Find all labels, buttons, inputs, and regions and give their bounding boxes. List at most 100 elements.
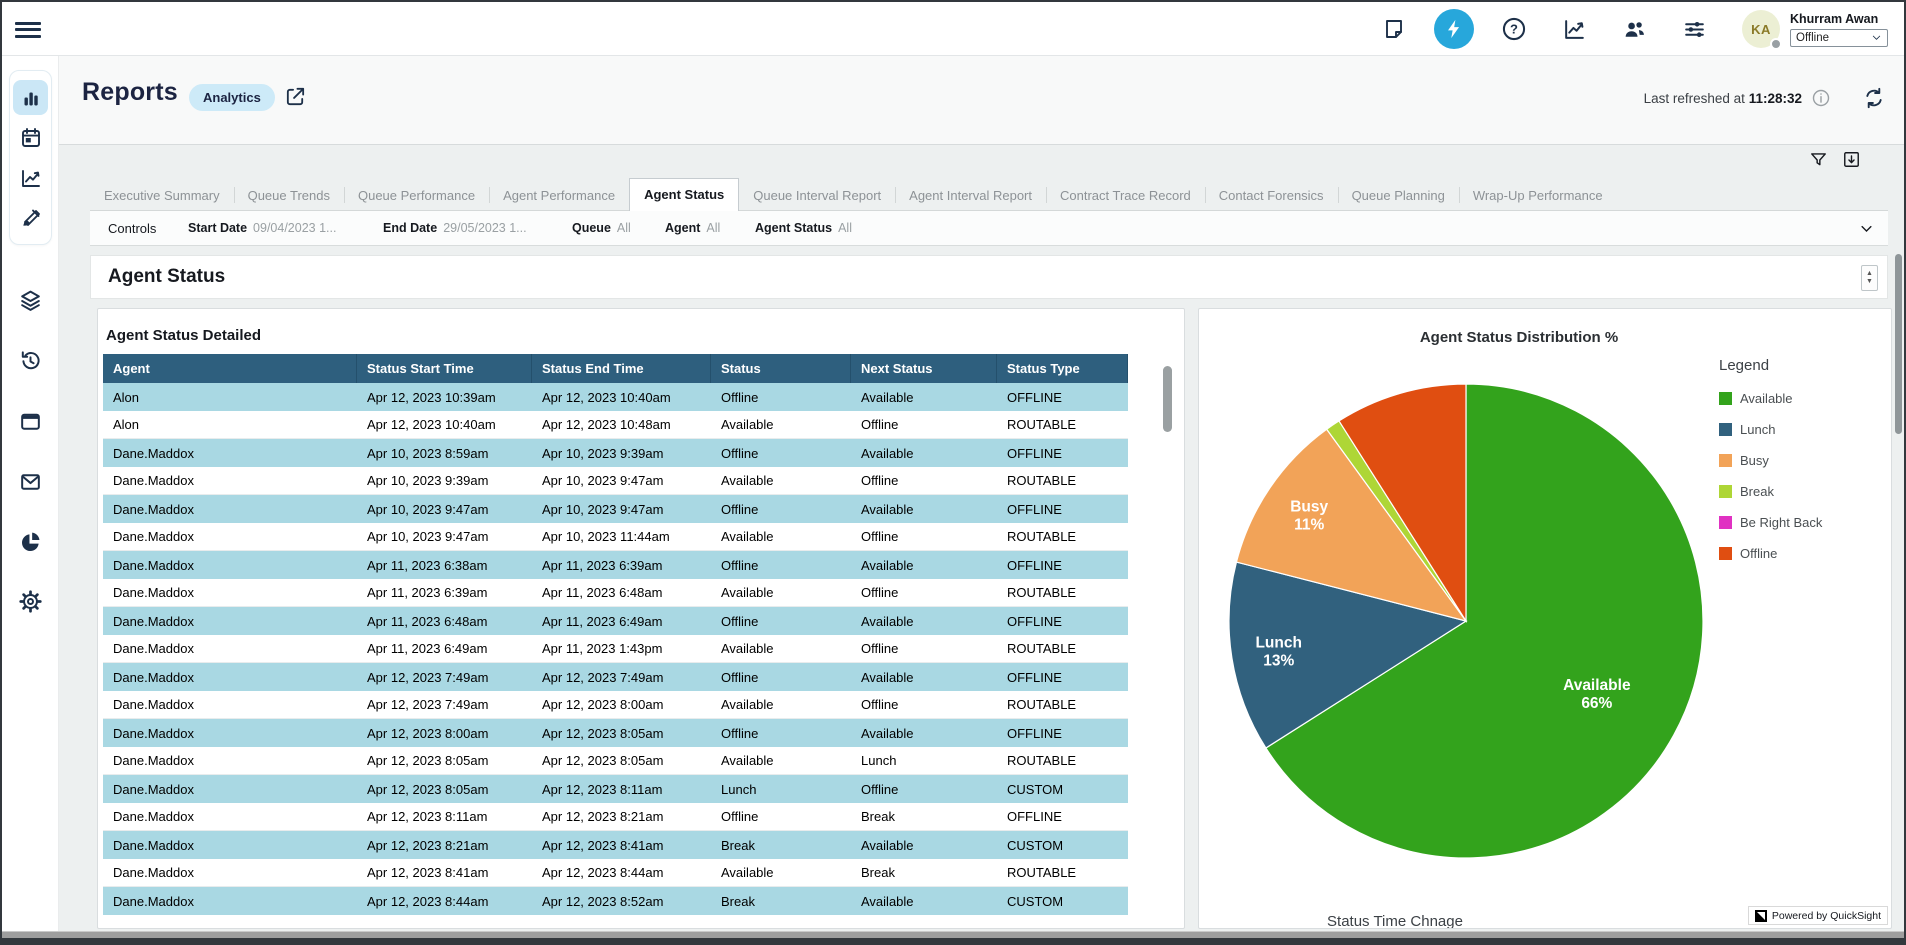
tab-contact-forensics[interactable]: Contact Forensics: [1205, 180, 1338, 210]
table-cell: Offline: [711, 551, 851, 579]
menu-icon[interactable]: [15, 18, 41, 40]
sidebar-item-mail[interactable]: [2, 469, 59, 494]
table-row[interactable]: Dane.MaddoxApr 12, 2023 8:00amApr 12, 20…: [103, 719, 1128, 747]
sidebar-item-metrics[interactable]: [13, 160, 48, 195]
page-vertical-scrollbar[interactable]: [1895, 254, 1902, 434]
table-row[interactable]: Dane.MaddoxApr 12, 2023 7:49amApr 12, 20…: [103, 663, 1128, 691]
column-header-status[interactable]: Status: [711, 354, 851, 383]
legend-item-break[interactable]: Break: [1719, 484, 1822, 499]
filter-agent[interactable]: AgentAll: [665, 221, 720, 235]
mail-icon: [18, 469, 43, 494]
table-row[interactable]: Dane.MaddoxApr 11, 2023 6:49amApr 11, 20…: [103, 635, 1128, 663]
table-row[interactable]: Dane.MaddoxApr 11, 2023 6:48amApr 11, 20…: [103, 607, 1128, 635]
analytics-badge[interactable]: Analytics: [189, 84, 275, 111]
table-cell: Apr 11, 2023 1:43pm: [532, 635, 711, 662]
tab-agent-interval-report[interactable]: Agent Interval Report: [895, 180, 1046, 210]
legend-item-available[interactable]: Available: [1719, 391, 1822, 406]
table-cell: Apr 11, 2023 6:38am: [357, 551, 532, 579]
table-row[interactable]: AlonApr 12, 2023 10:40amApr 12, 2023 10:…: [103, 411, 1128, 439]
users-icon[interactable]: [1604, 2, 1664, 56]
table-row[interactable]: Dane.MaddoxApr 12, 2023 8:05amApr 12, 20…: [103, 775, 1128, 803]
tab-queue-planning[interactable]: Queue Planning: [1338, 180, 1459, 210]
notes-icon[interactable]: [1364, 2, 1424, 56]
table-cell: Available: [711, 411, 851, 438]
tab-queue-interval-report[interactable]: Queue Interval Report: [739, 180, 895, 210]
sidebar-item-analytics[interactable]: [2, 529, 59, 554]
design-brush-icon: [19, 206, 43, 230]
table-cell: Dane.Maddox: [103, 439, 357, 467]
table-row[interactable]: Dane.MaddoxApr 11, 2023 6:38amApr 11, 20…: [103, 551, 1128, 579]
tab-wrap-up-performance[interactable]: Wrap-Up Performance: [1459, 180, 1617, 210]
sidebar-item-design[interactable]: [13, 200, 48, 235]
tab-executive-summary[interactable]: Executive Summary: [90, 180, 234, 210]
info-icon[interactable]: [1811, 88, 1831, 108]
table-row[interactable]: Dane.MaddoxApr 10, 2023 9:39amApr 10, 20…: [103, 467, 1128, 495]
sidebar-item-history[interactable]: [2, 348, 59, 373]
table-row[interactable]: Dane.MaddoxApr 12, 2023 8:11amApr 12, 20…: [103, 803, 1128, 831]
tab-agent-performance[interactable]: Agent Performance: [489, 180, 629, 210]
agent-status-select[interactable]: Offline: [1790, 29, 1888, 47]
column-header-next-status[interactable]: Next Status: [851, 354, 997, 383]
table-row[interactable]: Dane.MaddoxApr 12, 2023 8:21amApr 12, 20…: [103, 831, 1128, 859]
table-row[interactable]: Dane.MaddoxApr 12, 2023 7:49amApr 12, 20…: [103, 691, 1128, 719]
page-title: Reports: [82, 78, 178, 107]
table-cell: Available: [711, 467, 851, 494]
filter-queue[interactable]: QueueAll: [572, 221, 631, 235]
export-icon[interactable]: [1842, 150, 1861, 174]
tab-queue-performance[interactable]: Queue Performance: [344, 180, 489, 210]
refresh-icon[interactable]: [1862, 86, 1886, 110]
legend-item-busy[interactable]: Busy: [1719, 453, 1822, 468]
column-header-agent[interactable]: Agent: [103, 354, 357, 383]
column-header-status-start-time[interactable]: Status Start Time: [357, 354, 532, 383]
table-row[interactable]: Dane.MaddoxApr 10, 2023 9:47amApr 10, 20…: [103, 523, 1128, 551]
external-link-icon[interactable]: [284, 85, 307, 113]
table-cell: Dane.Maddox: [103, 551, 357, 579]
column-header-status-end-time[interactable]: Status End Time: [532, 354, 711, 383]
avatar[interactable]: KA: [1742, 10, 1780, 48]
page-horizontal-scrollbar[interactable]: [2, 931, 1904, 938]
filter-end-date[interactable]: End Date29/05/2023 1...: [383, 221, 527, 235]
pie-chart[interactable]: Available66%Lunch13%Busy11%: [1199, 309, 1759, 909]
legend-item-offline[interactable]: Offline: [1719, 546, 1822, 561]
sidebar-item-settings[interactable]: [2, 589, 59, 614]
tab-queue-trends[interactable]: Queue Trends: [234, 180, 344, 210]
section-stepper[interactable]: ▲▼: [1861, 265, 1878, 291]
filter-start-date[interactable]: Start Date09/04/2023 1...: [188, 221, 336, 235]
metrics-chart-icon[interactable]: [1544, 2, 1604, 56]
table-row[interactable]: Dane.MaddoxApr 10, 2023 8:59amApr 10, 20…: [103, 439, 1128, 467]
pie-chart-icon: [18, 529, 43, 554]
table-cell: OFFLINE: [997, 383, 1128, 411]
legend-swatch: [1719, 547, 1732, 560]
tab-agent-status[interactable]: Agent Status: [629, 178, 739, 211]
table-header-row: AgentStatus Start TimeStatus End TimeSta…: [103, 354, 1128, 383]
sidebar-item-reports[interactable]: [13, 80, 48, 115]
table-row[interactable]: Dane.MaddoxApr 12, 2023 8:44amApr 12, 20…: [103, 887, 1128, 915]
table-cell: Available: [711, 747, 851, 774]
page-header: Reports Analytics Last refreshed at 11:2…: [59, 56, 1904, 145]
controls-collapse-chevron-icon[interactable]: [1859, 221, 1874, 241]
settings-sliders-icon[interactable]: [1664, 2, 1724, 56]
column-header-status-type[interactable]: Status Type: [997, 354, 1128, 383]
table-row[interactable]: Dane.MaddoxApr 11, 2023 6:39amApr 11, 20…: [103, 579, 1128, 607]
filter-agent-status[interactable]: Agent StatusAll: [755, 221, 852, 235]
sidebar-item-layers[interactable]: [2, 288, 59, 313]
controls-label: Controls: [108, 221, 156, 236]
realtime-metrics-bolt-icon[interactable]: [1424, 2, 1484, 56]
tab-contract-trace-record[interactable]: Contract Trace Record: [1046, 180, 1205, 210]
table-cell: Available: [851, 887, 997, 915]
legend-swatch: [1719, 516, 1732, 529]
sidebar-item-schedule[interactable]: [13, 120, 48, 155]
legend-item-lunch[interactable]: Lunch: [1719, 422, 1822, 437]
legend-item-be-right-back[interactable]: Be Right Back: [1719, 515, 1822, 530]
table-row[interactable]: Dane.MaddoxApr 10, 2023 9:47amApr 10, 20…: [103, 495, 1128, 523]
table-cell: OFFLINE: [997, 719, 1128, 747]
filter-icon[interactable]: [1809, 150, 1828, 174]
sidebar-item-workspace[interactable]: [2, 409, 59, 434]
table-cell: ROUTABLE: [997, 579, 1128, 606]
help-icon[interactable]: ?: [1484, 2, 1544, 56]
table-row[interactable]: Dane.MaddoxApr 12, 2023 8:05amApr 12, 20…: [103, 747, 1128, 775]
table-vertical-scrollbar[interactable]: [1163, 366, 1172, 432]
table-row[interactable]: Dane.MaddoxApr 12, 2023 8:41amApr 12, 20…: [103, 859, 1128, 887]
table-cell: Available: [851, 551, 997, 579]
table-row[interactable]: AlonApr 12, 2023 10:39amApr 12, 2023 10:…: [103, 383, 1128, 411]
